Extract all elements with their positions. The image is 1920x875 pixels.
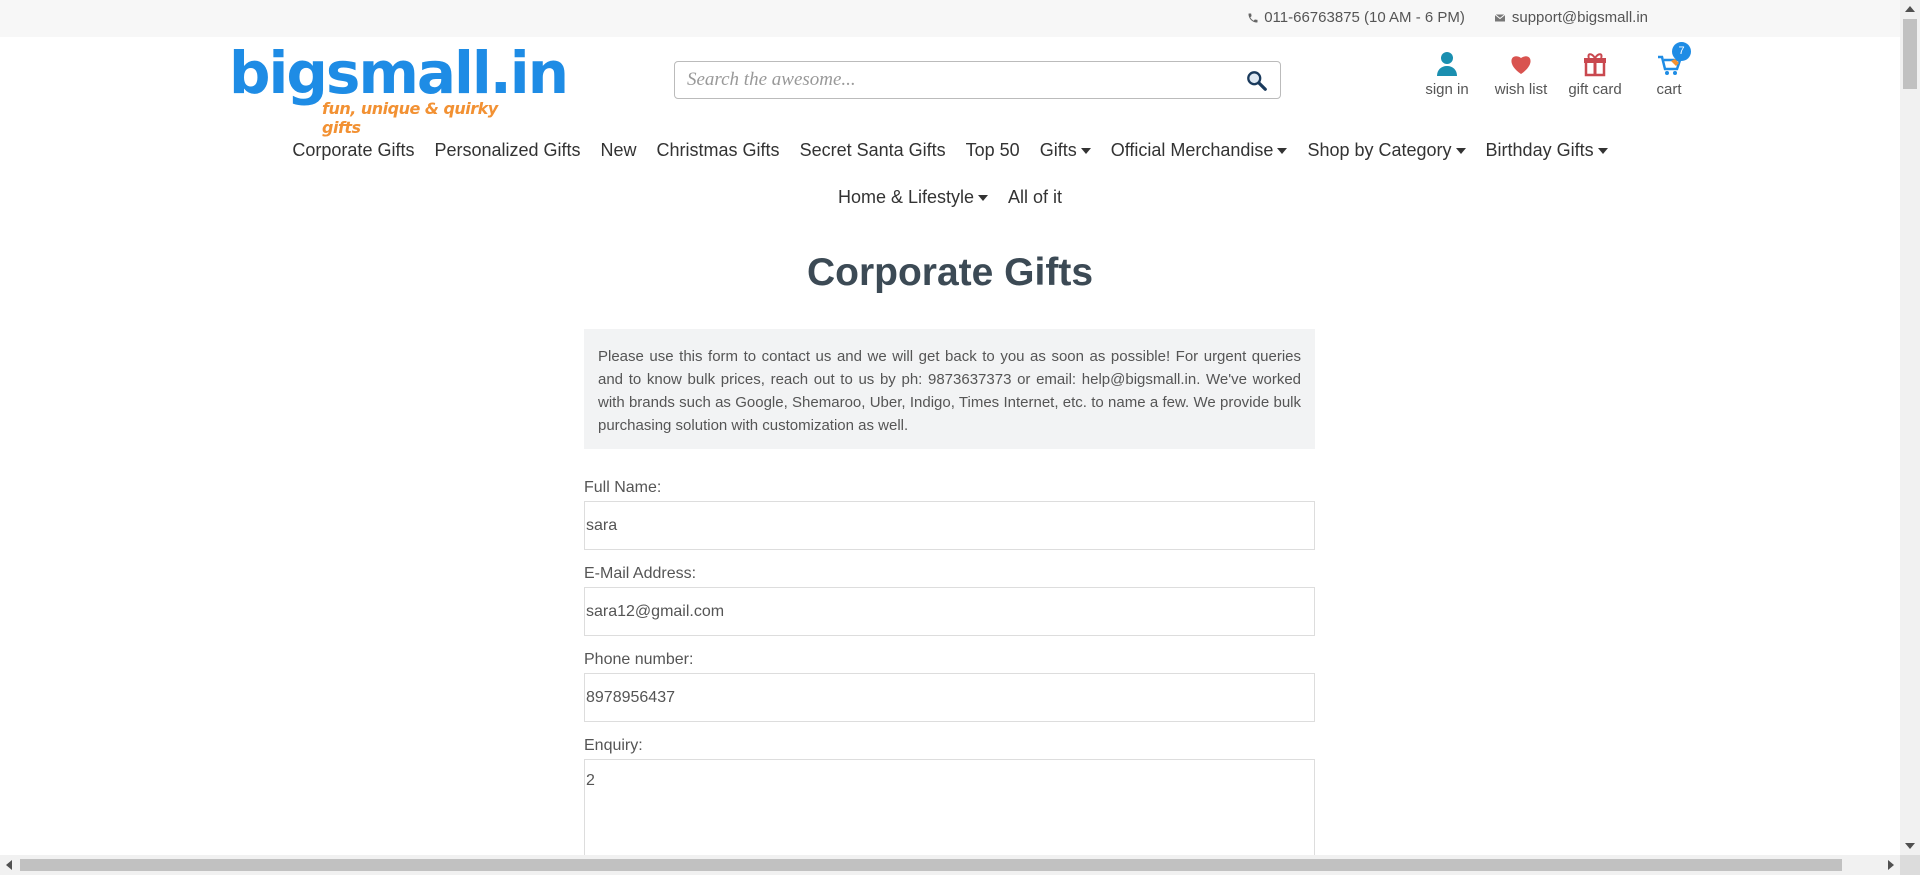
search-icon[interactable]: [1246, 70, 1268, 92]
info-notice: Please use this form to contact us and w…: [584, 329, 1315, 449]
user-icon: [1437, 52, 1457, 76]
nav-label: All of it: [1008, 187, 1063, 207]
page-title: Corporate Gifts: [806, 251, 1094, 294]
top-contact-bar: 011-66763875 (10 AM - 6 PM) support@bigs…: [0, 0, 1900, 37]
nav-christmas-gifts[interactable]: Christmas Gifts: [647, 140, 790, 161]
caret-down-icon: [1455, 147, 1466, 154]
nav-gifts[interactable]: Gifts: [1030, 140, 1101, 161]
scroll-right-arrow-icon[interactable]: [1888, 860, 1894, 870]
email-label: E-Mail Address:: [584, 565, 697, 582]
enquiry-label: Enquiry:: [584, 737, 643, 754]
vertical-scroll-thumb[interactable]: [1903, 19, 1917, 89]
gift-card-link[interactable]: gift card: [1558, 51, 1632, 98]
header-icons: sign in wish list gift card 7 cart: [1410, 42, 1706, 98]
horizontal-scrollbar[interactable]: [0, 855, 1900, 875]
search-input[interactable]: [687, 62, 1227, 98]
nav-label: Secret Santa Gifts: [799, 140, 946, 160]
phone-label: Phone number:: [584, 651, 694, 668]
nav-label: New: [600, 140, 637, 160]
nav-label: Shop by Category: [1307, 140, 1452, 160]
nav-label: Corporate Gifts: [292, 140, 415, 160]
caret-down-icon: [978, 194, 989, 201]
cart-link[interactable]: 7 cart: [1632, 42, 1706, 98]
phone-field[interactable]: [584, 673, 1315, 722]
nav-row-2: Home & Lifestyle All of it: [0, 174, 1900, 221]
nav-label: Official Merchandise: [1110, 140, 1274, 160]
logo-wordmark: bigsmall.in: [229, 39, 569, 107]
scroll-left-arrow-icon[interactable]: [6, 860, 12, 870]
nav-row-1: Corporate Gifts Personalized Gifts New C…: [0, 127, 1900, 174]
search-bar: [674, 61, 1281, 99]
caret-down-icon: [1597, 147, 1608, 154]
email-field[interactable]: [584, 587, 1315, 636]
nav-label: Top 50: [965, 140, 1020, 160]
phone-contact[interactable]: 011-66763875 (10 AM - 6 PM): [1247, 9, 1465, 26]
nav-label: Christmas Gifts: [656, 140, 780, 160]
horizontal-scroll-thumb[interactable]: [20, 859, 1842, 871]
nav-official-merchandise[interactable]: Official Merchandise: [1101, 140, 1298, 161]
nav-shop-by-category[interactable]: Shop by Category: [1297, 140, 1475, 161]
full-name-label: Full Name:: [584, 479, 662, 496]
nav-secret-santa-gifts[interactable]: Secret Santa Gifts: [790, 140, 956, 161]
cart-label: cart: [1656, 81, 1682, 98]
nav-all-of-it[interactable]: All of it: [998, 187, 1072, 208]
phone-text: 011-66763875 (10 AM - 6 PM): [1264, 9, 1465, 26]
site-logo[interactable]: bigsmall.in fun, unique & quirky gifts: [229, 39, 569, 137]
sign-in-link[interactable]: sign in: [1410, 51, 1484, 98]
full-name-field[interactable]: [584, 501, 1315, 550]
gift-card-label: gift card: [1568, 81, 1622, 98]
wish-list-label: wish list: [1494, 81, 1548, 98]
main-nav: Corporate Gifts Personalized Gifts New C…: [0, 127, 1900, 221]
site-header: bigsmall.in fun, unique & quirky gifts s…: [0, 37, 1900, 137]
vertical-scrollbar[interactable]: [1900, 0, 1920, 855]
email-text: support@bigsmall.in: [1511, 9, 1648, 26]
scroll-down-arrow-icon[interactable]: [1905, 843, 1915, 849]
nav-new[interactable]: New: [591, 140, 647, 161]
wish-list-link[interactable]: wish list: [1484, 51, 1558, 98]
nav-corporate-gifts[interactable]: Corporate Gifts: [282, 140, 424, 161]
envelope-icon: [1494, 13, 1506, 21]
cart-count-badge: 7: [1672, 42, 1691, 61]
nav-label: Birthday Gifts: [1485, 140, 1594, 160]
sign-in-label: sign in: [1425, 81, 1469, 98]
nav-top-50[interactable]: Top 50: [956, 140, 1030, 161]
caret-down-icon: [1277, 147, 1288, 154]
caret-down-icon: [1080, 147, 1091, 154]
gift-icon: [1584, 53, 1606, 77]
email-contact[interactable]: support@bigsmall.in: [1493, 9, 1648, 26]
nav-label: Personalized Gifts: [434, 140, 581, 160]
nav-personalized-gifts[interactable]: Personalized Gifts: [424, 140, 590, 161]
nav-label: Gifts: [1039, 140, 1077, 160]
scroll-up-arrow-icon[interactable]: [1905, 6, 1915, 12]
scrollbar-corner: [1900, 855, 1920, 875]
nav-home-lifestyle[interactable]: Home & Lifestyle: [828, 187, 998, 208]
enquiry-field[interactable]: 2: [584, 759, 1315, 859]
nav-birthday-gifts[interactable]: Birthday Gifts: [1476, 140, 1618, 161]
phone-icon: [1248, 13, 1258, 22]
nav-label: Home & Lifestyle: [837, 187, 975, 207]
heart-icon: [1511, 56, 1531, 74]
corporate-enquiry-form: Full Name: E-Mail Address: Phone number:…: [584, 475, 1315, 864]
